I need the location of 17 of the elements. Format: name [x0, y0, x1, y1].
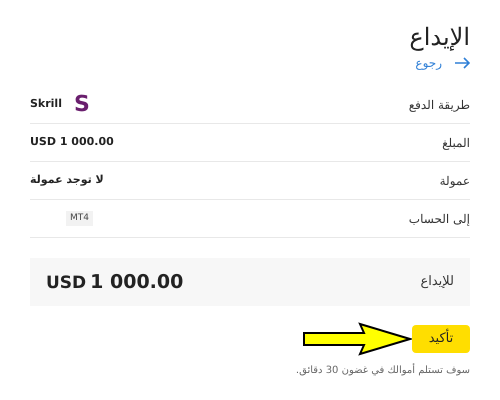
detail-label: المبلغ	[442, 134, 470, 152]
detail-label: عمولة	[440, 172, 470, 190]
detail-value: لا توجد عمولة	[30, 172, 104, 188]
arrow-icon	[454, 57, 470, 69]
platform-tag: MT4	[66, 210, 93, 226]
detail-value: Skrill	[30, 96, 62, 112]
summary-amount: 1 000.00	[90, 270, 184, 295]
page-title: الإيداع	[409, 22, 470, 52]
summary-label: للإيداع	[420, 273, 454, 292]
back-link[interactable]: رجوع	[415, 54, 470, 72]
detail-label: إلى الحساب	[408, 210, 470, 228]
skrill-logo: S	[74, 94, 90, 116]
detail-value: USD 1 000.00	[30, 134, 114, 150]
summary-currency: USD	[46, 272, 86, 295]
detail-label: طريقة الدفع	[408, 96, 470, 114]
confirm-button[interactable]: تأكيد	[412, 325, 470, 353]
note-text: سوف تستلم أموالك في غضون 30 دقائق.	[294, 364, 470, 378]
